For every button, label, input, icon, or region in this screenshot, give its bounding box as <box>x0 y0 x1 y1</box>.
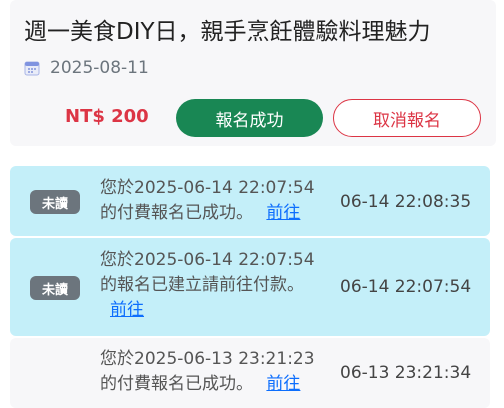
notification-line: 您於2025-06-13 23:21:23 <box>100 349 315 369</box>
notification-line: 您於2025-06-14 22:07:54 <box>100 178 315 198</box>
notification-line: 的付費報名已成功。 <box>100 203 253 223</box>
event-date: 2025-08-11 <box>50 58 149 78</box>
event-title: 週一美食DIY日，親手烹飪體驗料理魅力 <box>24 19 431 45</box>
notification-message: 您於2025-06-13 23:21:23 的付費報名已成功。 前往 <box>100 347 330 397</box>
cancel-registration-button[interactable]: 取消報名 <box>333 99 481 137</box>
registration-success-button[interactable]: 報名成功 <box>176 99 323 137</box>
notification-line: 您於2025-06-14 22:07:54 <box>100 250 315 270</box>
notification-line-with-link: 的付費報名已成功。 前往 <box>100 372 330 397</box>
notification-time: 06-14 22:08:35 <box>340 192 472 212</box>
notification-item: 未讀 您於2025-06-14 22:07:54 的報名已建立請前往付款。 前往… <box>10 238 490 336</box>
event-price: NT$ 200 <box>65 106 149 127</box>
notification-message: 您於2025-06-14 22:07:54 的付費報名已成功。 前往 <box>100 176 330 226</box>
notification-message: 您於2025-06-14 22:07:54 的報名已建立請前往付款。 前往 <box>100 248 330 323</box>
notification-link-row: 前往 <box>100 298 330 323</box>
go-link[interactable]: 前往 <box>266 374 300 394</box>
notification-time: 06-13 23:21:34 <box>340 363 472 383</box>
calendar-icon <box>24 60 40 76</box>
notification-line: 的報名已建立請前往付款。 <box>100 275 304 295</box>
go-link[interactable]: 前往 <box>110 300 144 320</box>
notification-line: 的付費報名已成功。 <box>100 374 253 394</box>
notification-time: 06-14 22:07:54 <box>340 277 472 297</box>
notification-line-with-link: 的付費報名已成功。 前往 <box>100 201 330 226</box>
unread-badge: 未讀 <box>30 190 80 214</box>
event-date-row: 2025-08-11 <box>24 54 149 82</box>
notification-item: 您於2025-06-13 23:21:23 的付費報名已成功。 前往 06-13… <box>10 338 490 408</box>
go-link[interactable]: 前往 <box>266 203 300 223</box>
unread-badge: 未讀 <box>30 276 80 300</box>
notification-item: 未讀 您於2025-06-14 22:07:54 的付費報名已成功。 前往 06… <box>10 166 490 236</box>
